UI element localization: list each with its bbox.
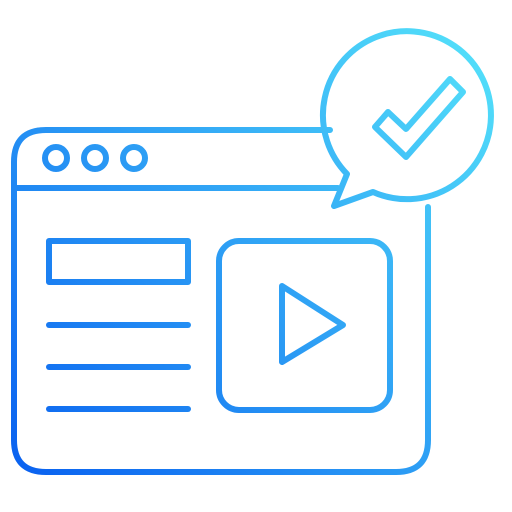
video-player-icon — [216, 238, 393, 413]
window-dot-1-icon — [42, 144, 70, 172]
speech-bubble-icon — [320, 28, 494, 209]
web-video-approved-icon — [11, 28, 494, 475]
heading-block — [46, 238, 191, 285]
window-dot-2-icon — [81, 144, 109, 172]
checkmark-icon — [372, 76, 466, 160]
icon-canvas — [0, 0, 512, 512]
window-dot-3-icon — [120, 144, 148, 172]
play-icon — [279, 283, 346, 365]
